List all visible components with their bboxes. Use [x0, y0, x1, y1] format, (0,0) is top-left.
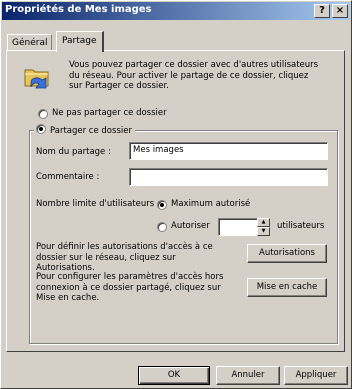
intro-text: Vous pouvez partager ce dossier avec d'a…	[69, 60, 319, 91]
no-share-radio[interactable]	[38, 109, 48, 119]
share-label[interactable]: Partager ce dossier	[50, 126, 132, 136]
share-radio[interactable]	[36, 124, 46, 134]
allow-users-radio[interactable]	[157, 222, 167, 232]
share-groupbox	[29, 130, 338, 344]
apply-button[interactable]: Appliquer	[284, 366, 348, 385]
permissions-description: Pour définir les autorisations d'accès à…	[36, 242, 213, 273]
cancel-button[interactable]: Annuler	[216, 366, 280, 385]
comment-label: Commentaire :	[36, 172, 100, 182]
spin-up-button[interactable]: ▲	[257, 218, 270, 227]
caching-description: Pour configurer les paramètres d'accès h…	[36, 272, 224, 303]
window-title: Propriétés de Mes images	[5, 4, 152, 15]
title-bar[interactable]: Propriétés de Mes images ? ×	[2, 2, 350, 20]
allow-users-label[interactable]: Autoriser	[171, 221, 210, 232]
shared-folder-icon	[24, 69, 49, 89]
user-limit-label: Nombre limite d'utilisateurs :	[36, 199, 160, 209]
help-button[interactable]: ?	[314, 4, 330, 18]
max-users-radio[interactable]	[157, 200, 167, 210]
properties-dialog: Propriétés de Mes images ? × Général Par…	[0, 0, 352, 389]
caching-button[interactable]: Mise en cache	[247, 278, 327, 297]
user-count-input[interactable]	[218, 218, 258, 236]
permissions-button[interactable]: Autorisations	[247, 244, 327, 263]
no-share-label[interactable]: Ne pas partager ce dossier	[52, 108, 167, 119]
ok-button[interactable]: OK	[138, 366, 210, 385]
max-users-label[interactable]: Maximum autorisé	[171, 199, 250, 210]
users-unit-label: utilisateurs	[277, 221, 325, 231]
share-name-input[interactable]: Mes images	[129, 142, 328, 160]
tab-general[interactable]: Général	[7, 34, 53, 51]
spin-down-button[interactable]: ▼	[257, 227, 270, 236]
comment-input[interactable]	[129, 168, 328, 186]
close-button[interactable]: ×	[332, 4, 348, 18]
share-group-legend: Partager ce dossier	[34, 124, 135, 137]
share-name-label: Nom du partage :	[36, 147, 111, 157]
tab-sharing[interactable]: Partage	[56, 31, 104, 52]
